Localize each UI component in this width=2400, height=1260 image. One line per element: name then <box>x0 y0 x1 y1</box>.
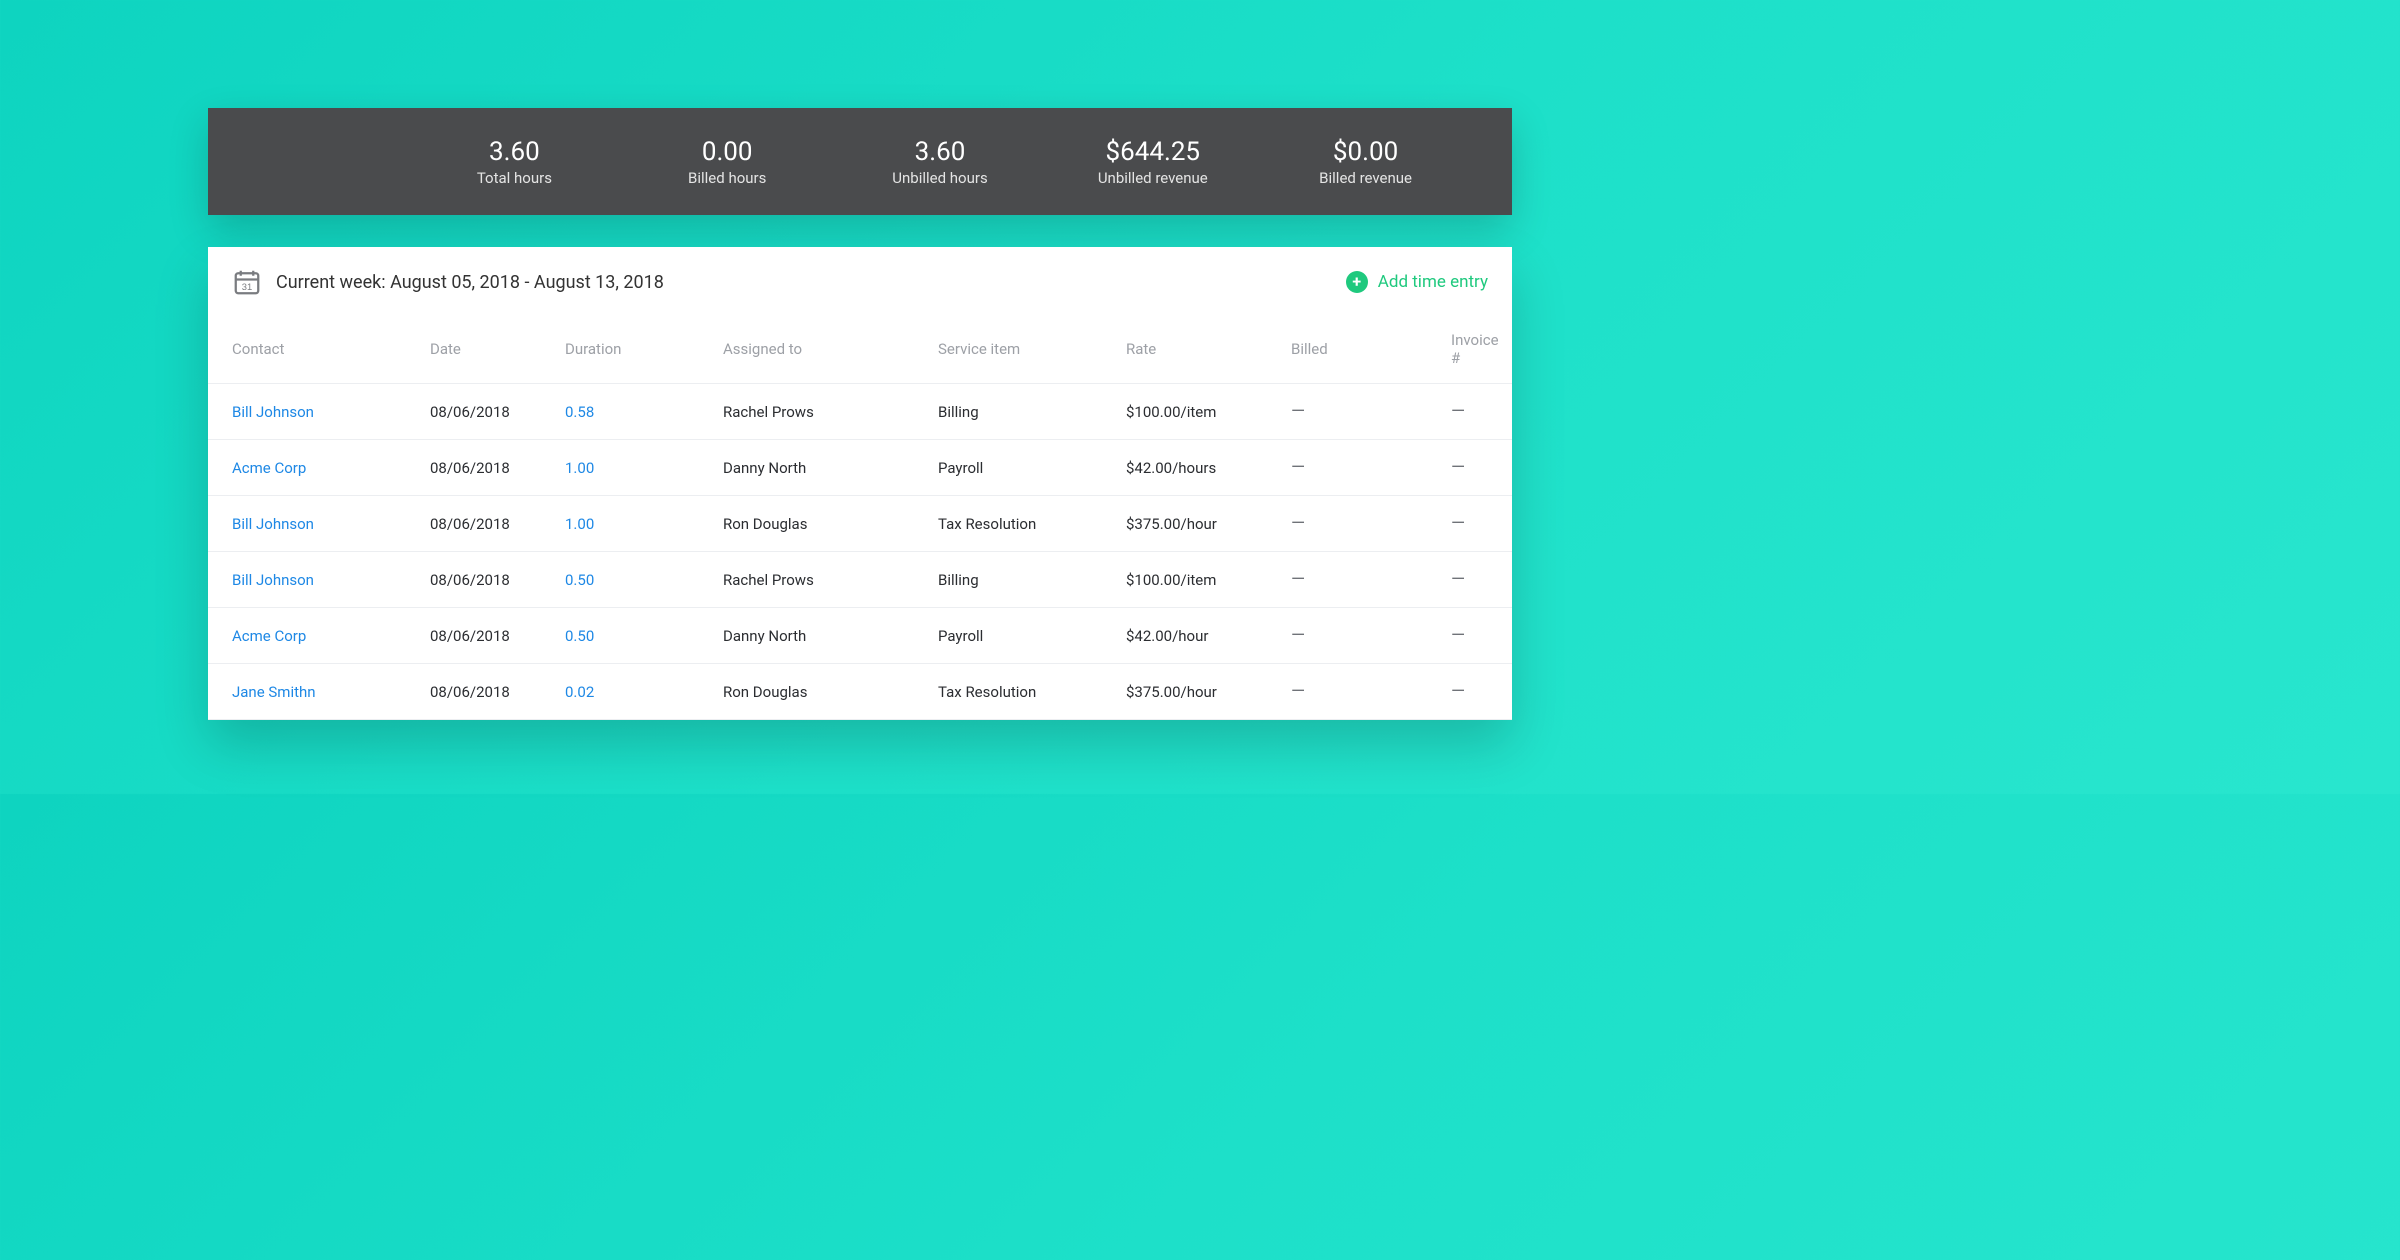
cell-billed: — <box>1279 496 1439 552</box>
table-row[interactable]: Bill Johnson 08/06/2018 0.58 Rachel ProwsBi… <box>208 384 1512 440</box>
contact-link[interactable]: Acme Corp <box>232 459 306 477</box>
week-selector[interactable]: 31 Current week: August 05, 2018 - Augus… <box>232 267 664 297</box>
add-time-entry-button[interactable]: + Add time entry <box>1346 271 1488 293</box>
col-invoice[interactable]: Invoice # <box>1439 315 1512 384</box>
stat-value: $0.00 <box>1259 137 1472 167</box>
stat-label: Unbilled revenue <box>1046 169 1259 187</box>
cell-service-item: Billing <box>926 552 1114 608</box>
table-row[interactable]: Jane Smithn 08/06/2018 0.02 Ron DouglasTax … <box>208 664 1512 720</box>
week-label: Current week: August 05, 2018 - August 1… <box>276 272 664 293</box>
duration-link[interactable]: 1.00 <box>565 459 594 477</box>
cell-invoice: — <box>1439 664 1512 720</box>
cell-service-item: Payroll <box>926 440 1114 496</box>
stat-value: $644.25 <box>1046 137 1259 167</box>
cell-invoice: — <box>1439 608 1512 664</box>
cell-date: 08/06/2018 <box>418 664 553 720</box>
contact-link[interactable]: Acme Corp <box>232 627 306 645</box>
cell-invoice: — <box>1439 552 1512 608</box>
col-rate[interactable]: Rate <box>1114 315 1279 384</box>
add-time-entry-label: Add time entry <box>1378 272 1488 292</box>
time-entries-table: Contact Date Duration Assigned to Servic… <box>208 315 1512 720</box>
stat-unbilled-hours: 3.60 Unbilled hours <box>834 137 1047 187</box>
cell-date: 08/06/2018 <box>418 552 553 608</box>
cell-invoice: — <box>1439 384 1512 440</box>
contact-link[interactable]: Jane Smithn <box>232 683 316 701</box>
cell-billed: — <box>1279 608 1439 664</box>
stat-label: Total hours <box>408 169 621 187</box>
col-assigned-to[interactable]: Assigned to <box>711 315 926 384</box>
cell-invoice: — <box>1439 440 1512 496</box>
cell-billed: — <box>1279 440 1439 496</box>
stat-billed-hours: 0.00 Billed hours <box>621 137 834 187</box>
plus-circle-icon: + <box>1346 271 1368 293</box>
stat-total-hours: 3.60 Total hours <box>408 137 621 187</box>
contact-link[interactable]: Bill Johnson <box>232 571 314 589</box>
stat-label: Billed hours <box>621 169 834 187</box>
duration-link[interactable]: 0.50 <box>565 571 594 589</box>
table-row[interactable]: Bill Johnson 08/06/2018 1.00 Ron DouglasTax… <box>208 496 1512 552</box>
col-billed[interactable]: Billed <box>1279 315 1439 384</box>
cell-date: 08/06/2018 <box>418 384 553 440</box>
col-service-item[interactable]: Service item <box>926 315 1114 384</box>
cell-invoice: — <box>1439 496 1512 552</box>
cell-date: 08/06/2018 <box>418 496 553 552</box>
table-row[interactable]: Acme Corp 08/06/2018 1.00 Danny NorthPayrol… <box>208 440 1512 496</box>
table-row[interactable]: Bill Johnson 08/06/2018 0.50 Rachel ProwsBi… <box>208 552 1512 608</box>
stat-value: 3.60 <box>408 137 621 167</box>
calendar-icon: 31 <box>232 267 262 297</box>
cell-date: 08/06/2018 <box>418 440 553 496</box>
stats-bar: 3.60 Total hours 0.00 Billed hours 3.60 … <box>208 108 1512 215</box>
cell-billed: — <box>1279 552 1439 608</box>
time-entries-card: 31 Current week: August 05, 2018 - Augus… <box>208 247 1512 720</box>
svg-text:31: 31 <box>242 282 252 292</box>
cell-billed: — <box>1279 384 1439 440</box>
cell-rate: $42.00/hour <box>1114 608 1279 664</box>
cell-rate: $375.00/hour <box>1114 496 1279 552</box>
stat-label: Billed revenue <box>1259 169 1472 187</box>
cell-assigned-to: Ron Douglas <box>711 664 926 720</box>
col-date[interactable]: Date <box>418 315 553 384</box>
col-duration[interactable]: Duration <box>553 315 711 384</box>
cell-service-item: Billing <box>926 384 1114 440</box>
cell-billed: — <box>1279 664 1439 720</box>
col-contact[interactable]: Contact <box>208 315 418 384</box>
contact-link[interactable]: Bill Johnson <box>232 403 314 421</box>
cell-date: 08/06/2018 <box>418 608 553 664</box>
cell-assigned-to: Rachel Prows <box>711 552 926 608</box>
cell-assigned-to: Danny North <box>711 608 926 664</box>
duration-link[interactable]: 1.00 <box>565 515 594 533</box>
duration-link[interactable]: 0.02 <box>565 683 594 701</box>
cell-assigned-to: Danny North <box>711 440 926 496</box>
cell-service-item: Tax Resolution <box>926 664 1114 720</box>
cell-service-item: Tax Resolution <box>926 496 1114 552</box>
cell-service-item: Payroll <box>926 608 1114 664</box>
cell-rate: $42.00/hours <box>1114 440 1279 496</box>
table-row[interactable]: Acme Corp 08/06/2018 0.50 Danny NorthPayrol… <box>208 608 1512 664</box>
cell-assigned-to: Rachel Prows <box>711 384 926 440</box>
cell-rate: $100.00/item <box>1114 384 1279 440</box>
stat-billed-revenue: $0.00 Billed revenue <box>1259 137 1472 187</box>
stat-label: Unbilled hours <box>834 169 1047 187</box>
stat-value: 0.00 <box>621 137 834 167</box>
cell-assigned-to: Ron Douglas <box>711 496 926 552</box>
cell-rate: $375.00/hour <box>1114 664 1279 720</box>
table-header: 31 Current week: August 05, 2018 - Augus… <box>208 247 1512 315</box>
duration-link[interactable]: 0.50 <box>565 627 594 645</box>
stat-value: 3.60 <box>834 137 1047 167</box>
stat-unbilled-revenue: $644.25 Unbilled revenue <box>1046 137 1259 187</box>
contact-link[interactable]: Bill Johnson <box>232 515 314 533</box>
duration-link[interactable]: 0.58 <box>565 403 594 421</box>
cell-rate: $100.00/item <box>1114 552 1279 608</box>
